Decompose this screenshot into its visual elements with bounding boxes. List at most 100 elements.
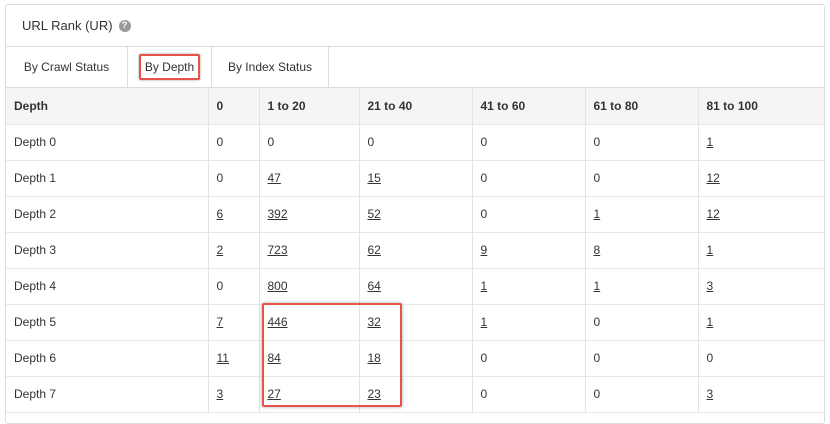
- table-cell: 0: [585, 304, 699, 341]
- table-cell: 0: [472, 124, 586, 161]
- cell-value: 0: [480, 135, 488, 149]
- table-cell: 1: [698, 124, 824, 161]
- cell-link[interactable]: 800: [268, 279, 288, 293]
- table-cell: 2: [208, 232, 260, 269]
- table-row: Depth 5 7 446 32 1 0 1: [6, 304, 824, 341]
- table-cell: 0: [585, 124, 699, 161]
- help-icon[interactable]: ?: [118, 19, 131, 32]
- table-row: Depth 4 0 800 64 1 1 3: [6, 268, 824, 305]
- table-cell: 3: [698, 268, 824, 305]
- table-body: Depth 0 0 0 0 0 0 1 Depth 1 0 47 15 0 0 12 Depth 2 6 392…: [6, 124, 824, 413]
- cell-link[interactable]: 18: [368, 351, 381, 365]
- table-cell: 47: [259, 160, 360, 197]
- table-cell: 0: [208, 124, 260, 161]
- table-cell: 0: [472, 160, 586, 197]
- row-label: Depth 5: [6, 304, 209, 341]
- table-cell: 446: [259, 304, 360, 341]
- cell-link[interactable]: 52: [368, 207, 381, 221]
- table-cell: 62: [359, 232, 473, 269]
- cell-link[interactable]: 27: [268, 387, 281, 401]
- table-cell: 9: [472, 232, 586, 269]
- row-label: Depth 2: [6, 196, 209, 233]
- table-row: Depth 1 0 47 15 0 0 12: [6, 160, 824, 197]
- table-cell: 32: [359, 304, 473, 341]
- table-cell: 15: [359, 160, 473, 197]
- table-cell: 723: [259, 232, 360, 269]
- cell-link[interactable]: 12: [707, 171, 720, 185]
- panel-header: URL Rank (UR) ?: [6, 5, 824, 47]
- cell-value: 0: [593, 351, 601, 365]
- cell-value: 0: [480, 171, 488, 185]
- cell-value: 0: [216, 279, 224, 293]
- cell-link[interactable]: 1: [707, 135, 714, 149]
- cell-link[interactable]: 32: [368, 315, 381, 329]
- cell-link[interactable]: 7: [217, 315, 224, 329]
- cell-value: 0: [593, 315, 601, 329]
- cell-value: 0: [216, 135, 224, 149]
- cell-link[interactable]: 3: [217, 387, 224, 401]
- cell-link[interactable]: 15: [368, 171, 381, 185]
- column-header: Depth: [6, 88, 209, 125]
- tab-by-index-status[interactable]: By Index Status: [212, 47, 329, 87]
- cell-link[interactable]: 64: [368, 279, 381, 293]
- cell-link[interactable]: 1: [707, 243, 714, 257]
- panel-title: URL Rank (UR): [22, 18, 113, 33]
- cell-link[interactable]: 6: [217, 207, 224, 221]
- cell-link[interactable]: 9: [481, 243, 488, 257]
- cell-link[interactable]: 1: [481, 279, 488, 293]
- cell-link[interactable]: 12: [707, 207, 720, 221]
- cell-link[interactable]: 3: [707, 387, 714, 401]
- cell-link[interactable]: 1: [594, 279, 601, 293]
- table-cell: 1: [472, 304, 586, 341]
- table-cell: 800: [259, 268, 360, 305]
- cell-link[interactable]: 1: [707, 315, 714, 329]
- table-cell: 0: [585, 160, 699, 197]
- cell-link[interactable]: 446: [268, 315, 288, 329]
- table-cell: 11: [208, 340, 260, 377]
- table-cell: 392: [259, 196, 360, 233]
- cell-link[interactable]: 2: [217, 243, 224, 257]
- url-rank-panel: URL Rank (UR) ? By Crawl Status By Depth…: [5, 4, 825, 424]
- table-cell: 1: [698, 232, 824, 269]
- row-label: Depth 0: [6, 124, 209, 161]
- cell-link[interactable]: 47: [268, 171, 281, 185]
- table-cell: 12: [698, 196, 824, 233]
- tab-label: By Depth: [138, 54, 201, 80]
- table-row: Depth 0 0 0 0 0 0 1: [6, 124, 824, 161]
- cell-link[interactable]: 1: [594, 207, 601, 221]
- table-cell: 1: [585, 268, 699, 305]
- table-row: Depth 2 6 392 52 0 1 12: [6, 196, 824, 233]
- column-header: 61 to 80: [585, 88, 699, 125]
- cell-value: 0: [593, 387, 601, 401]
- table-cell: 12: [698, 160, 824, 197]
- tab-by-crawl-status[interactable]: By Crawl Status: [6, 47, 128, 87]
- cell-link[interactable]: 84: [268, 351, 281, 365]
- column-header: 0: [208, 88, 260, 125]
- table-cell: 0: [259, 124, 360, 161]
- table-cell: 1: [472, 268, 586, 305]
- cell-link[interactable]: 62: [368, 243, 381, 257]
- table-cell: 64: [359, 268, 473, 305]
- cell-link[interactable]: 3: [707, 279, 714, 293]
- cell-value: 0: [480, 387, 488, 401]
- table-cell: 0: [472, 340, 586, 377]
- table-header-row: Depth 0 1 to 20 21 to 40 41 to 60 61 to 80 81 …: [6, 88, 824, 125]
- row-label: Depth 1: [6, 160, 209, 197]
- cell-link[interactable]: 1: [481, 315, 488, 329]
- table-cell: 0: [208, 268, 260, 305]
- cell-link[interactable]: 723: [268, 243, 288, 257]
- cell-link[interactable]: 23: [368, 387, 381, 401]
- cell-value: 0: [480, 207, 488, 221]
- cell-value: 0: [593, 171, 601, 185]
- table-cell: 52: [359, 196, 473, 233]
- table-cell: 0: [585, 340, 699, 377]
- tab-label: By Crawl Status: [23, 60, 110, 74]
- cell-value: 0: [267, 135, 275, 149]
- table-row: Depth 3 2 723 62 9 8 1: [6, 232, 824, 269]
- cell-link[interactable]: 8: [594, 243, 601, 257]
- table-cell: 7: [208, 304, 260, 341]
- table-cell: 1: [698, 304, 824, 341]
- cell-link[interactable]: 11: [217, 351, 229, 365]
- tab-by-depth[interactable]: By Depth: [128, 47, 212, 87]
- cell-link[interactable]: 392: [268, 207, 288, 221]
